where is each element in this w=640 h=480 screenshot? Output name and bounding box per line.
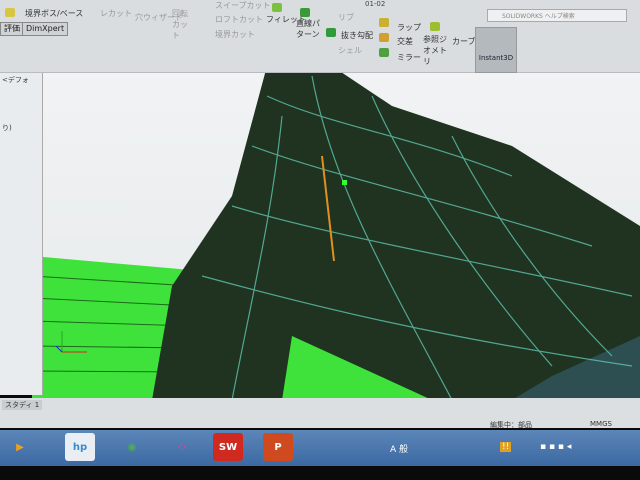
app-icon[interactable]: ⁘ [167,433,197,461]
draft-icon [326,28,336,37]
window-title: 01-02 [365,0,386,8]
revolve-cut-button[interactable]: 回転カット [172,8,192,41]
chrome-icon[interactable]: ◉ [117,433,147,461]
status-bar: スタディ 1 編集中：部品 MMGS [0,398,640,429]
study-tab[interactable]: スタディ 1 [2,400,43,410]
boundary-cut-button[interactable]: 境界カット [215,29,255,40]
rib-button[interactable]: リブ [338,12,354,23]
solidworks-icon[interactable]: SW [213,433,243,461]
linear-pattern-button[interactable]: 直線パターン [296,18,320,40]
panel-item[interactable]: り) [2,123,12,133]
taskbar: ▶ hp ◉ ⁘ SW P A 般 !! ▪ ▪ ▪ ◂ [0,430,640,466]
shell-button[interactable]: シェル [338,45,362,56]
fillet-icon [272,3,282,12]
mirror-button[interactable]: ミラー [397,52,421,63]
tab-dimxpert[interactable]: DimXpert [22,22,69,36]
media-app-icon[interactable]: ▶ [5,433,35,461]
powerpoint-icon[interactable]: P [263,433,293,461]
instant3d-button[interactable]: Instant3D [475,27,517,73]
feature-manager-panel: <デフォ り) [0,35,43,395]
loft-cut-button[interactable]: ロフトカット [215,14,263,25]
intersect-button[interactable]: 交差 [397,36,413,47]
extrude-cut-button[interactable]: レカット [100,8,132,19]
curves-button[interactable]: カーブ [452,36,476,47]
sweep-cut-button[interactable]: スイープカット [215,0,271,11]
graphics-viewport[interactable] [32,36,640,400]
ime-indicator[interactable]: A 般 [390,442,408,455]
draft-button[interactable]: 抜き勾配 [341,30,373,41]
boss-base-icon [5,8,15,17]
help-search-input[interactable]: SOLIDWORKS ヘルプ検索 [487,9,627,22]
intersect-icon [379,33,389,42]
panel-item[interactable]: <デフォ [2,75,29,85]
tray-icons[interactable]: ▪ ▪ ▪ ◂ [540,442,571,452]
ribbon: 境界ボス/ベース レカット 穴ウィザード 回転カット スイープカット ロフトカッ… [0,0,640,73]
wrap-button[interactable]: ラップ [397,22,421,33]
reference-geometry-button[interactable]: 参照ジオメトリ [423,34,451,67]
boundary-boss-button[interactable]: 境界ボス/ベース [25,8,83,19]
mirror-icon [379,48,389,57]
pattern-icon [300,8,310,17]
units-indicator[interactable]: MMGS [590,420,612,428]
terrain-model [32,66,640,400]
hp-app-icon[interactable]: hp [65,433,95,461]
notification-icon[interactable]: !! [500,442,512,452]
editing-status: 編集中：部品 [490,421,532,429]
reference-geometry-icon [430,22,440,31]
tab-evaluate[interactable]: 評価 [0,22,24,36]
wrap-icon [379,18,389,27]
